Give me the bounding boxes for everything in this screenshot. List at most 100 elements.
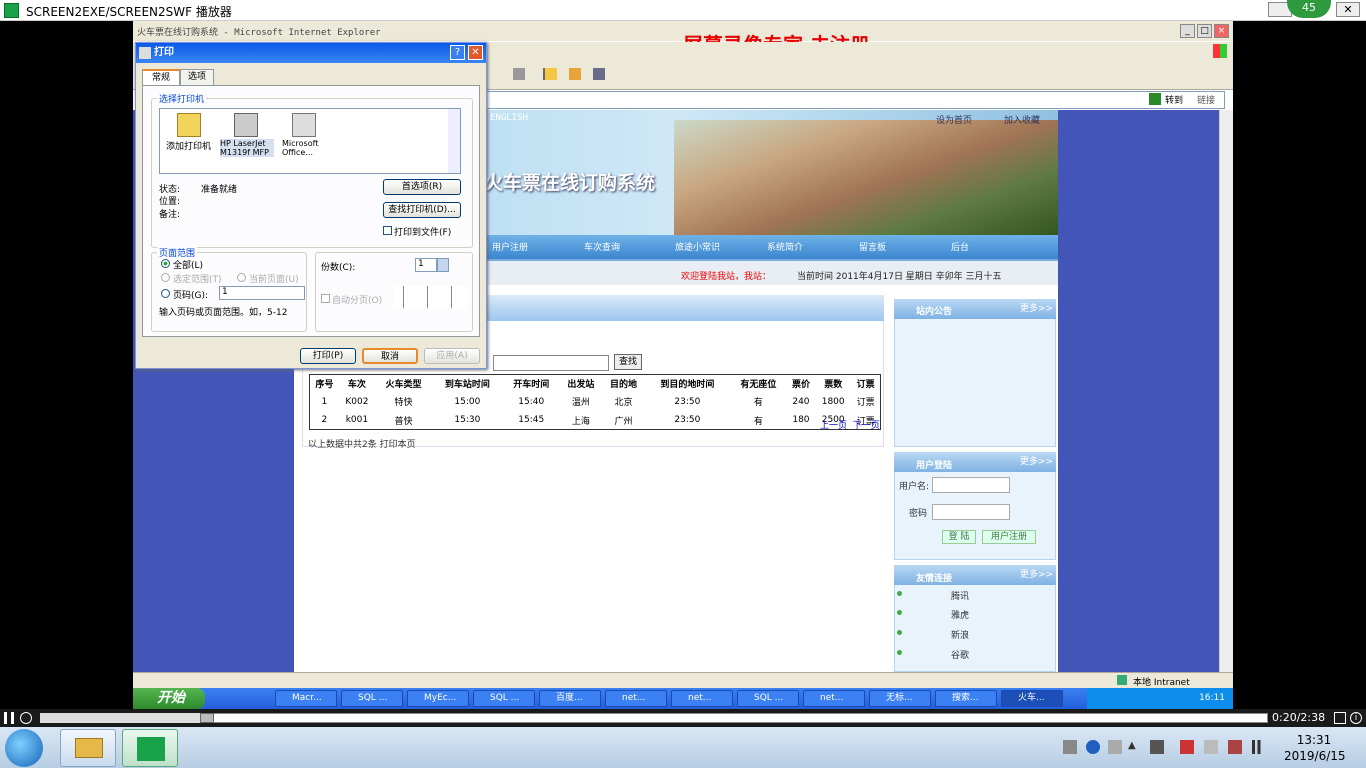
- tab-general[interactable]: 常规: [142, 69, 180, 85]
- printer-item-selected[interactable]: HP LaserJet M1319f MFP: [220, 139, 274, 157]
- taskbar-item[interactable]: MyEc...: [407, 690, 469, 707]
- pages-radio[interactable]: [161, 289, 170, 298]
- ie-close-button[interactable]: ×: [1214, 24, 1229, 38]
- cancel-button[interactable]: 取消: [362, 348, 418, 364]
- network-icon[interactable]: [1228, 740, 1242, 754]
- find-printer-button[interactable]: 查找打印机(D)...: [383, 202, 461, 218]
- set-home-link[interactable]: 设为首页: [936, 113, 972, 126]
- keyboard-icon[interactable]: [1063, 740, 1077, 754]
- nav-system-intro[interactable]: 系统简介: [767, 240, 803, 253]
- login-more-link[interactable]: 更多>>: [1020, 454, 1053, 467]
- office-printer-icon[interactable]: [292, 113, 316, 137]
- print-icon[interactable]: [513, 68, 525, 80]
- taskbar-item[interactable]: net...: [671, 690, 733, 707]
- taskbar-item[interactable]: net...: [605, 690, 667, 707]
- friend-link[interactable]: 雅虎: [951, 608, 969, 621]
- friend-link[interactable]: 谷歌: [951, 648, 969, 661]
- nav-admin[interactable]: 后台: [951, 240, 969, 253]
- nav-register[interactable]: 用户注册: [492, 240, 528, 253]
- login-button[interactable]: 登 陆: [942, 530, 976, 544]
- hp-printer-icon[interactable]: [234, 113, 258, 137]
- friend-link[interactable]: 新浪: [951, 628, 969, 641]
- password-input[interactable]: [932, 504, 1010, 520]
- nav-guestbook[interactable]: 留言板: [859, 240, 886, 253]
- taskbar-item[interactable]: SQL ...: [737, 690, 799, 707]
- preferences-button[interactable]: 首选项(R): [383, 179, 461, 195]
- fullscreen-icon[interactable]: [1334, 712, 1346, 724]
- copies-spinner[interactable]: [437, 258, 449, 272]
- ie-maximize-button[interactable]: □: [1197, 24, 1212, 38]
- notice-more-link[interactable]: 更多>>: [1020, 301, 1053, 314]
- win7-start-button[interactable]: [5, 729, 43, 767]
- taskbar-item[interactable]: 搜索...: [935, 690, 997, 707]
- apply-button[interactable]: 应用(A): [424, 348, 480, 364]
- printer-list[interactable]: 添加打印机 HP LaserJet M1319f MFP Microsoft O…: [159, 108, 461, 174]
- ie-minimize-button[interactable]: _: [1180, 24, 1195, 38]
- note-icon[interactable]: [545, 68, 557, 80]
- taskbar-item[interactable]: 无标...: [869, 690, 931, 707]
- print-to-file-checkbox[interactable]: [383, 226, 392, 235]
- stop-icon[interactable]: [20, 712, 32, 724]
- printer-item[interactable]: 添加打印机: [166, 139, 211, 152]
- player-close-button[interactable]: ✕: [1336, 2, 1360, 17]
- go-button[interactable]: 转到: [1165, 93, 1183, 106]
- help-button[interactable]: ?: [450, 45, 465, 60]
- volume-icon[interactable]: [1204, 740, 1218, 754]
- player-app-icon: [4, 3, 19, 18]
- add-printer-icon[interactable]: [177, 113, 201, 137]
- nav-train-query[interactable]: 车次查询: [584, 240, 620, 253]
- signal-icon[interactable]: [1252, 740, 1266, 754]
- printer-item[interactable]: Microsoft Office...: [282, 139, 330, 157]
- book-ticket-link[interactable]: 订票: [851, 393, 880, 411]
- progress-track[interactable]: [40, 713, 1268, 723]
- english-link[interactable]: ENGLISH: [490, 113, 528, 123]
- search-button[interactable]: 查找: [614, 354, 642, 370]
- info-icon[interactable]: i: [1350, 712, 1362, 724]
- printer-list-scrollbar[interactable]: [448, 109, 460, 173]
- next-page-link[interactable]: 下一页: [853, 421, 880, 431]
- friend-links-more[interactable]: 更多>>: [1020, 567, 1053, 580]
- collate-checkbox[interactable]: [321, 294, 330, 303]
- taskbar-item[interactable]: net...: [803, 690, 865, 707]
- table-cell: 15:00: [454, 396, 481, 407]
- show-hidden-icons[interactable]: ▲: [1128, 740, 1142, 754]
- taskbar-item[interactable]: SQL ...: [473, 690, 535, 707]
- current-page-radio[interactable]: [237, 273, 246, 282]
- taskbar-item-active[interactable]: 火车...: [1001, 690, 1063, 707]
- tray-icon[interactable]: [1108, 740, 1122, 754]
- folder-icon[interactable]: [569, 68, 581, 80]
- xp-start-button[interactable]: 开始: [133, 688, 205, 709]
- progress-fill: [40, 713, 200, 723]
- taskbar-item[interactable]: 百度...: [539, 690, 601, 707]
- links-label[interactable]: 链接: [1197, 93, 1215, 106]
- ie-vertical-scrollbar[interactable]: [1219, 110, 1233, 672]
- copies-input[interactable]: 1: [415, 258, 437, 272]
- go-arrow-icon[interactable]: [1149, 93, 1161, 105]
- help-tray-icon[interactable]: [1086, 740, 1100, 754]
- print-button[interactable]: 打印(P): [300, 348, 356, 364]
- pages-input[interactable]: 1: [219, 286, 305, 300]
- explorer-taskbar-button[interactable]: [60, 729, 116, 767]
- taskbar-item[interactable]: SQL ...: [341, 690, 403, 707]
- progress-handle[interactable]: [200, 713, 214, 723]
- tab-options[interactable]: 选项: [180, 69, 214, 85]
- prev-page-link[interactable]: 上一页: [820, 421, 847, 431]
- add-favorite-link[interactable]: 加入收藏: [1004, 113, 1040, 126]
- selection-radio[interactable]: [161, 273, 170, 282]
- win7-clock[interactable]: 13:31 2019/6/15: [1284, 732, 1346, 764]
- nav-travel-tips[interactable]: 旅途小常识: [675, 240, 720, 253]
- ie-address-bar[interactable]: [483, 91, 1225, 109]
- media-icon[interactable]: [593, 68, 605, 80]
- pause-icon[interactable]: [4, 712, 14, 724]
- security-icon[interactable]: [1180, 740, 1194, 754]
- close-button[interactable]: ✕: [468, 45, 483, 60]
- taskbar-item[interactable]: Macr...: [275, 690, 337, 707]
- register-button[interactable]: 用户注册: [982, 530, 1036, 544]
- search-input[interactable]: [493, 355, 609, 371]
- all-pages-radio[interactable]: [161, 259, 170, 268]
- player-taskbar-button[interactable]: [122, 729, 178, 767]
- print-dialog-title: 打印: [136, 43, 486, 63]
- username-input[interactable]: [932, 477, 1010, 493]
- device-icon[interactable]: [1150, 740, 1164, 754]
- friend-link[interactable]: 腾讯: [951, 589, 969, 602]
